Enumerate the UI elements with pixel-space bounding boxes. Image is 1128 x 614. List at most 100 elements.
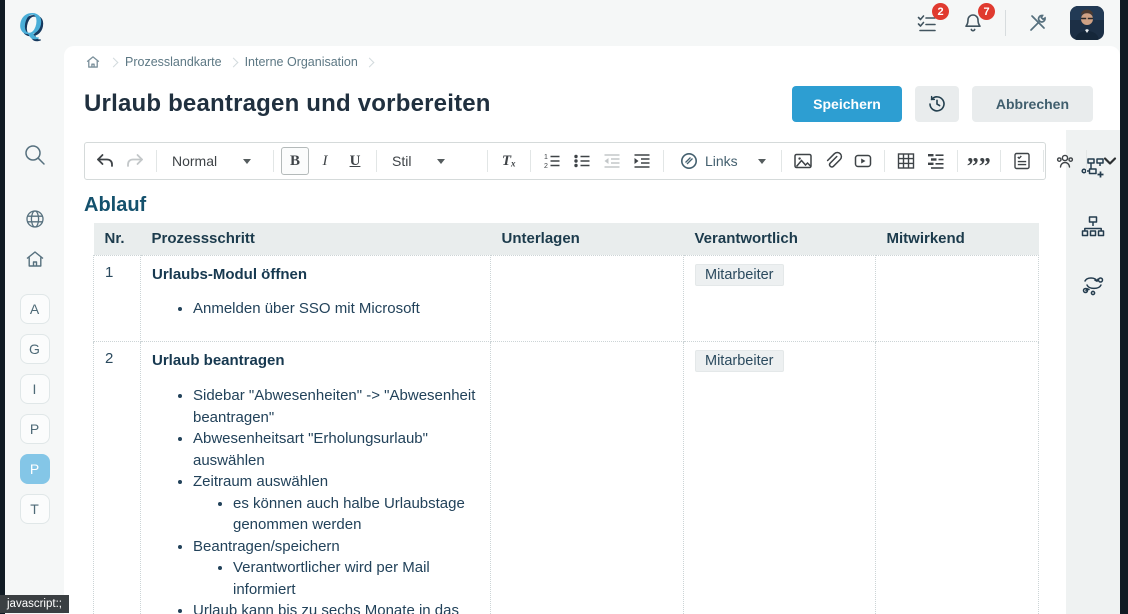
- step-title: Urlaub beantragen: [152, 352, 285, 369]
- main-card: Prozesslandkarte Interne Organisation Url…: [64, 46, 1120, 614]
- breadcrumb-item[interactable]: Interne Organisation: [245, 55, 358, 69]
- breadcrumb-home-icon[interactable]: [84, 53, 102, 71]
- left-edge-strip: [0, 0, 5, 614]
- documents-cell[interactable]: [490, 254, 684, 342]
- topbar: Q 2 7: [5, 0, 1120, 46]
- link-chain-icon: [679, 151, 699, 171]
- insert-image-button[interactable]: [789, 147, 817, 175]
- column-header: Unterlagen: [490, 223, 684, 255]
- process-flow-icon[interactable]: [1078, 270, 1108, 300]
- bold-button[interactable]: B: [281, 147, 309, 175]
- links-label: Links: [705, 153, 738, 169]
- org-chart-icon[interactable]: [1078, 212, 1108, 242]
- breadcrumb-item[interactable]: Prozesslandkarte: [125, 55, 222, 69]
- blockquote-button[interactable]: ””: [965, 147, 993, 179]
- chevron-down-icon: [243, 158, 252, 164]
- breadcrumb-chevron-icon: [364, 57, 375, 67]
- step-cell[interactable]: Urlaubs-Modul öffnen Anmelden über SSO mi…: [140, 254, 491, 342]
- step-bullet: Verantwortlicher wird per Mail informier…: [233, 557, 479, 600]
- nav-letter-tile-t[interactable]: T: [19, 494, 50, 524]
- tools-icon: [1026, 11, 1050, 35]
- editor-toolbar: Normal B I U Stil Tₓ 1 2 Links ””: [84, 142, 1116, 180]
- left-sidebar: AGIPPT: [5, 46, 64, 614]
- tasks-button[interactable]: 2: [913, 3, 949, 37]
- indent-button[interactable]: [628, 147, 656, 175]
- italic-button[interactable]: I: [311, 147, 339, 175]
- responsible-tag[interactable]: Mitarbeiter: [695, 263, 784, 286]
- notifications-badge: 7: [978, 3, 995, 20]
- undo-button[interactable]: [91, 147, 119, 175]
- responsible-cell[interactable]: Mitarbeiter: [683, 341, 876, 614]
- link-status-tooltip: javascript:;: [0, 595, 69, 613]
- contributor-cell[interactable]: [875, 254, 1039, 342]
- people-group-button[interactable]: [1051, 147, 1079, 175]
- documents-cell[interactable]: [490, 341, 684, 614]
- page-header: Urlaub beantragen und vorbereiten Speich…: [64, 78, 1120, 130]
- cancel-button[interactable]: Abbrechen: [971, 86, 1093, 122]
- editor-column: Normal B I U Stil Tₓ 1 2 Links ”” Ablauf…: [64, 130, 1116, 614]
- app-logo[interactable]: Q: [13, 5, 48, 41]
- responsible-cell[interactable]: Mitarbeiter: [683, 254, 876, 342]
- step-bullet: Sidebar "Abwesenheiten" -> "Abwesenheit …: [193, 385, 479, 428]
- svg-text:2: 2: [544, 163, 548, 170]
- user-avatar[interactable]: [1070, 6, 1104, 40]
- breadcrumb-chevron-icon: [108, 57, 119, 67]
- form-survey-button[interactable]: [1008, 147, 1036, 175]
- step-bullet: Beantragen/speichernVerantwortlicher wir…: [193, 536, 479, 601]
- home-icon[interactable]: [20, 244, 50, 274]
- step-number: 1: [93, 254, 141, 342]
- step-bullet: Zeitraum auswählenes können auch halbe U…: [193, 471, 479, 536]
- remove-format-button[interactable]: Tₓ: [495, 147, 523, 175]
- right-edge-strip: [1120, 0, 1128, 614]
- nav-letter-tiles: AGIPPT: [19, 294, 50, 524]
- editor-content[interactable]: Ablauf Nr. Prozessschritt Unterlagen Verant…: [64, 180, 1066, 614]
- section-title: Ablauf: [84, 194, 147, 216]
- style-dropdown-value: Stil: [392, 153, 412, 169]
- step-number: 2: [93, 341, 141, 614]
- nav-letter-tile-i[interactable]: I: [19, 374, 50, 404]
- insert-table-button[interactable]: [892, 147, 920, 175]
- redo-button[interactable]: [121, 147, 149, 175]
- contributor-cell[interactable]: [875, 341, 1039, 614]
- step-cell[interactable]: Urlaub beantragen Sidebar "Abwesenheiten"…: [140, 341, 491, 614]
- admin-tools-button[interactable]: [1024, 9, 1052, 37]
- notifications-button[interactable]: 7: [959, 3, 995, 37]
- nav-letter-tile-a[interactable]: A: [19, 294, 50, 324]
- step-bullet: Anmelden über SSO mit Microsoft: [193, 298, 479, 320]
- nav-letter-tile-p[interactable]: P: [19, 414, 50, 444]
- save-button[interactable]: Speichern: [792, 86, 902, 122]
- globe-icon[interactable]: [20, 204, 50, 234]
- underline-button[interactable]: U: [341, 147, 369, 175]
- process-table-body: 1 Urlaubs-Modul öffnen Anmelden über SSO m…: [93, 254, 1039, 614]
- structured-list-button[interactable]: [922, 147, 950, 175]
- bullet-list-button[interactable]: [568, 147, 596, 175]
- tasks-badge: 2: [932, 3, 949, 20]
- attachment-button[interactable]: [819, 147, 847, 175]
- paragraph-format-dropdown[interactable]: Normal: [164, 147, 266, 175]
- step-bullet: es können auch halbe Urlaubstage genomme…: [233, 493, 479, 536]
- step-bullet: Abwesenheitsart "Erholungsurlaub" auswäh…: [193, 428, 479, 471]
- responsible-tag[interactable]: Mitarbeiter: [695, 350, 784, 372]
- column-header: Verantwortlich: [683, 223, 876, 255]
- insert-video-button[interactable]: [849, 147, 877, 175]
- search-icon[interactable]: [20, 140, 50, 170]
- chevron-down-icon: [437, 158, 446, 164]
- nav-letter-tile-g[interactable]: G: [19, 334, 50, 364]
- column-header: Nr.: [93, 223, 141, 255]
- column-header: Mitwirkend: [875, 223, 1039, 255]
- breadcrumb: Prozesslandkarte Interne Organisation: [64, 46, 1120, 78]
- paragraph-format-value: Normal: [172, 153, 218, 169]
- outdent-button[interactable]: [598, 147, 626, 175]
- nav-letter-tile-p-active[interactable]: P: [19, 454, 50, 484]
- topbar-divider: [1005, 10, 1006, 36]
- breadcrumb-chevron-icon: [228, 57, 239, 67]
- process-row: 1 Urlaubs-Modul öffnen Anmelden über SSO m…: [93, 254, 1039, 342]
- step-bullet: Urlaub kann bis zu sechs Monate in das n…: [193, 600, 479, 614]
- process-table-header: Nr. Prozessschritt Unterlagen Verantwortlic…: [93, 223, 1039, 255]
- process-table: Nr. Prozessschritt Unterlagen Verantwortlic…: [93, 223, 1039, 614]
- toolbar-expand-button[interactable]: [1096, 147, 1120, 175]
- ordered-list-button[interactable]: 1 2: [538, 147, 566, 175]
- links-dropdown[interactable]: Links: [671, 147, 774, 175]
- version-history-button[interactable]: [914, 86, 959, 122]
- style-dropdown[interactable]: Stil: [384, 147, 480, 175]
